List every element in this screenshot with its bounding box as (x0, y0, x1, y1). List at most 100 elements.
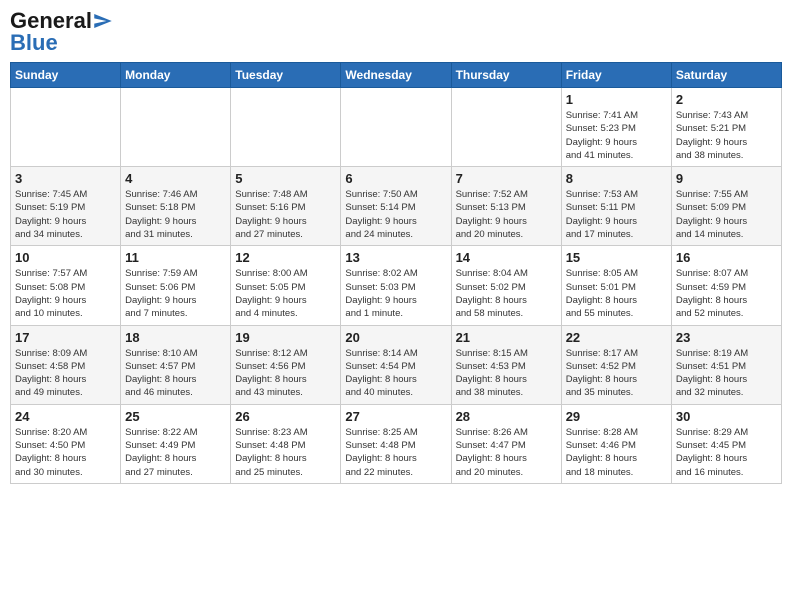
day-info: Sunrise: 8:19 AM Sunset: 4:51 PM Dayligh… (676, 347, 777, 400)
calendar-cell: 6 Sunrise: 7:50 AM Sunset: 5:14 PM Daylig… (341, 167, 451, 246)
calendar-cell: 30 Sunrise: 8:29 AM Sunset: 4:45 PM Dayli… (671, 404, 781, 483)
day-header-thursday: Thursday (451, 63, 561, 88)
day-number: 28 (456, 409, 557, 424)
calendar-cell: 28 Sunrise: 8:26 AM Sunset: 4:47 PM Dayli… (451, 404, 561, 483)
day-info: Sunrise: 8:09 AM Sunset: 4:58 PM Dayligh… (15, 347, 116, 400)
calendar-cell: 24 Sunrise: 8:20 AM Sunset: 4:50 PM Dayli… (11, 404, 121, 483)
logo-general: General (10, 10, 92, 32)
day-number: 15 (566, 250, 667, 265)
calendar-cell: 26Sunrise: 8:23 AM Sunset: 4:48 PM Dayli… (231, 404, 341, 483)
calendar-cell: 23 Sunrise: 8:19 AM Sunset: 4:51 PM Dayli… (671, 325, 781, 404)
calendar-cell: 16 Sunrise: 8:07 AM Sunset: 4:59 PM Dayli… (671, 246, 781, 325)
calendar-cell (451, 88, 561, 167)
day-info: Sunrise: 8:29 AM Sunset: 4:45 PM Dayligh… (676, 426, 777, 479)
day-info: Sunrise: 8:26 AM Sunset: 4:47 PM Dayligh… (456, 426, 557, 479)
day-number: 1 (566, 92, 667, 107)
day-info: Sunrise: 8:02 AM Sunset: 5:03 PM Dayligh… (345, 267, 446, 320)
day-info: Sunrise: 8:10 AM Sunset: 4:57 PM Dayligh… (125, 347, 226, 400)
calendar-cell: 20 Sunrise: 8:14 AM Sunset: 4:54 PM Dayli… (341, 325, 451, 404)
day-number: 30 (676, 409, 777, 424)
day-number: 21 (456, 330, 557, 345)
day-number: 11 (125, 250, 226, 265)
day-info: Sunrise: 8:20 AM Sunset: 4:50 PM Dayligh… (15, 426, 116, 479)
calendar-table: SundayMondayTuesdayWednesdayThursdayFrid… (10, 62, 782, 484)
day-info: Sunrise: 7:46 AM Sunset: 5:18 PM Dayligh… (125, 188, 226, 241)
day-number: 24 (15, 409, 116, 424)
calendar-cell: 5 Sunrise: 7:48 AM Sunset: 5:16 PM Daylig… (231, 167, 341, 246)
calendar-cell: 10 Sunrise: 7:57 AM Sunset: 5:08 PM Dayli… (11, 246, 121, 325)
day-number: 13 (345, 250, 446, 265)
day-info: Sunrise: 8:05 AM Sunset: 5:01 PM Dayligh… (566, 267, 667, 320)
logo: General Blue (10, 10, 112, 54)
day-number: 22 (566, 330, 667, 345)
day-info: Sunrise: 8:28 AM Sunset: 4:46 PM Dayligh… (566, 426, 667, 479)
day-info: Sunrise: 8:15 AM Sunset: 4:53 PM Dayligh… (456, 347, 557, 400)
calendar-week-row: 3 Sunrise: 7:45 AM Sunset: 5:19 PM Daylig… (11, 167, 782, 246)
day-number: 27 (345, 409, 446, 424)
logo-blue: Blue (10, 32, 58, 54)
day-number: 8 (566, 171, 667, 186)
day-number: 7 (456, 171, 557, 186)
day-info: Sunrise: 8:12 AM Sunset: 4:56 PM Dayligh… (235, 347, 336, 400)
day-info: Sunrise: 8:14 AM Sunset: 4:54 PM Dayligh… (345, 347, 446, 400)
day-info: Sunrise: 7:48 AM Sunset: 5:16 PM Dayligh… (235, 188, 336, 241)
calendar-header-row: SundayMondayTuesdayWednesdayThursdayFrid… (11, 63, 782, 88)
day-number: 16 (676, 250, 777, 265)
day-info: Sunrise: 8:22 AM Sunset: 4:49 PM Dayligh… (125, 426, 226, 479)
calendar-cell: 4 Sunrise: 7:46 AM Sunset: 5:18 PM Daylig… (121, 167, 231, 246)
calendar-cell (341, 88, 451, 167)
day-info: Sunrise: 7:52 AM Sunset: 5:13 PM Dayligh… (456, 188, 557, 241)
day-number: 10 (15, 250, 116, 265)
calendar-cell: 1Sunrise: 7:41 AM Sunset: 5:23 PM Daylig… (561, 88, 671, 167)
calendar-cell: 8 Sunrise: 7:53 AM Sunset: 5:11 PM Daylig… (561, 167, 671, 246)
calendar-cell: 17 Sunrise: 8:09 AM Sunset: 4:58 PM Dayli… (11, 325, 121, 404)
day-number: 12 (235, 250, 336, 265)
day-number: 17 (15, 330, 116, 345)
day-number: 3 (15, 171, 116, 186)
calendar-cell (11, 88, 121, 167)
calendar-cell: 14Sunrise: 8:04 AM Sunset: 5:02 PM Dayli… (451, 246, 561, 325)
day-info: Sunrise: 7:55 AM Sunset: 5:09 PM Dayligh… (676, 188, 777, 241)
calendar-week-row: 1Sunrise: 7:41 AM Sunset: 5:23 PM Daylig… (11, 88, 782, 167)
day-info: Sunrise: 7:53 AM Sunset: 5:11 PM Dayligh… (566, 188, 667, 241)
day-info: Sunrise: 8:04 AM Sunset: 5:02 PM Dayligh… (456, 267, 557, 320)
calendar-week-row: 10 Sunrise: 7:57 AM Sunset: 5:08 PM Dayli… (11, 246, 782, 325)
day-info: Sunrise: 8:07 AM Sunset: 4:59 PM Dayligh… (676, 267, 777, 320)
day-info: Sunrise: 7:50 AM Sunset: 5:14 PM Dayligh… (345, 188, 446, 241)
calendar-cell: 21 Sunrise: 8:15 AM Sunset: 4:53 PM Dayli… (451, 325, 561, 404)
day-info: Sunrise: 7:45 AM Sunset: 5:19 PM Dayligh… (15, 188, 116, 241)
calendar-week-row: 17 Sunrise: 8:09 AM Sunset: 4:58 PM Dayli… (11, 325, 782, 404)
calendar-cell: 29Sunrise: 8:28 AM Sunset: 4:46 PM Dayli… (561, 404, 671, 483)
day-number: 20 (345, 330, 446, 345)
day-number: 26 (235, 409, 336, 424)
day-number: 23 (676, 330, 777, 345)
day-number: 19 (235, 330, 336, 345)
day-info: Sunrise: 8:25 AM Sunset: 4:48 PM Dayligh… (345, 426, 446, 479)
day-number: 4 (125, 171, 226, 186)
calendar-cell: 27 Sunrise: 8:25 AM Sunset: 4:48 PM Dayli… (341, 404, 451, 483)
calendar-cell: 11 Sunrise: 7:59 AM Sunset: 5:06 PM Dayli… (121, 246, 231, 325)
day-info: Sunrise: 8:00 AM Sunset: 5:05 PM Dayligh… (235, 267, 336, 320)
day-header-saturday: Saturday (671, 63, 781, 88)
calendar-cell: 18Sunrise: 8:10 AM Sunset: 4:57 PM Dayli… (121, 325, 231, 404)
day-number: 2 (676, 92, 777, 107)
calendar-week-row: 24 Sunrise: 8:20 AM Sunset: 4:50 PM Dayli… (11, 404, 782, 483)
page-header: General Blue (10, 10, 782, 54)
day-info: Sunrise: 7:43 AM Sunset: 5:21 PM Dayligh… (676, 109, 777, 162)
day-header-sunday: Sunday (11, 63, 121, 88)
day-header-tuesday: Tuesday (231, 63, 341, 88)
day-header-friday: Friday (561, 63, 671, 88)
calendar-cell: 13 Sunrise: 8:02 AM Sunset: 5:03 PM Dayli… (341, 246, 451, 325)
calendar-cell: 3 Sunrise: 7:45 AM Sunset: 5:19 PM Daylig… (11, 167, 121, 246)
calendar-cell (121, 88, 231, 167)
calendar-cell: 12 Sunrise: 8:00 AM Sunset: 5:05 PM Dayli… (231, 246, 341, 325)
day-header-monday: Monday (121, 63, 231, 88)
logo-icon (94, 14, 112, 28)
day-info: Sunrise: 7:59 AM Sunset: 5:06 PM Dayligh… (125, 267, 226, 320)
calendar-cell: 25Sunrise: 8:22 AM Sunset: 4:49 PM Dayli… (121, 404, 231, 483)
day-info: Sunrise: 7:57 AM Sunset: 5:08 PM Dayligh… (15, 267, 116, 320)
day-number: 6 (345, 171, 446, 186)
day-number: 5 (235, 171, 336, 186)
day-info: Sunrise: 8:17 AM Sunset: 4:52 PM Dayligh… (566, 347, 667, 400)
calendar-cell: 9Sunrise: 7:55 AM Sunset: 5:09 PM Daylig… (671, 167, 781, 246)
